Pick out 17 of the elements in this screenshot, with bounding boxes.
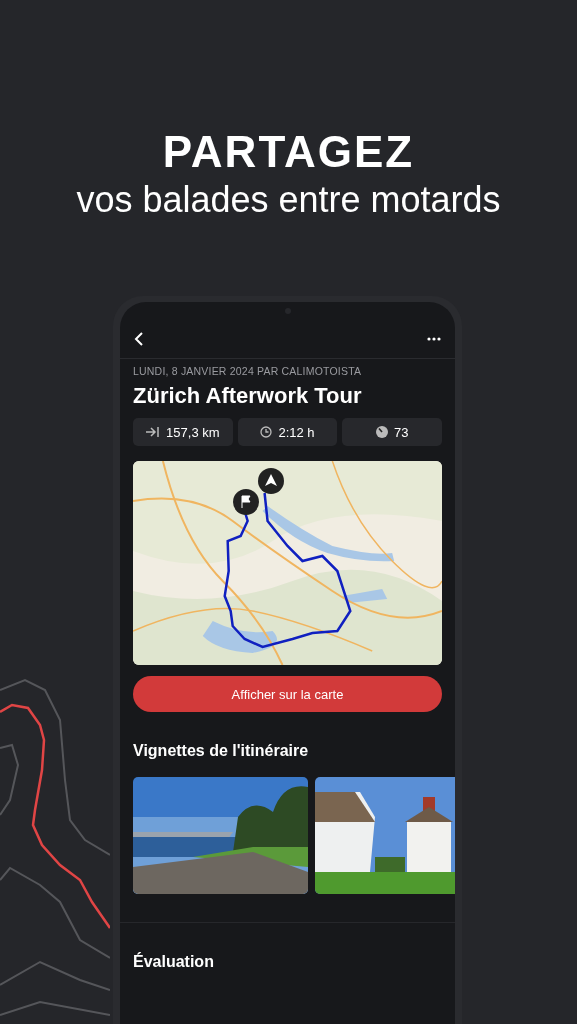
more-icon[interactable]	[427, 337, 441, 341]
stat-chip: 2:12 h	[237, 418, 338, 446]
back-icon[interactable]	[134, 332, 144, 346]
navigation-marker-icon	[258, 468, 284, 494]
gauge-icon	[375, 426, 388, 438]
show-on-map-button[interactable]: Afficher sur la carte	[133, 676, 442, 712]
tour-title: Zürich Afterwork Tour	[133, 383, 363, 409]
tour-date-author: LUNDI, 8 JANVIER 2024 PAR CALIMOTOISTA	[133, 365, 363, 377]
stat-chip: 73	[342, 418, 442, 446]
headline: PARTAGEZ	[161, 126, 416, 178]
subheadline: vos balades entre motards	[75, 178, 502, 222]
distance-icon	[146, 427, 161, 437]
flag-marker-icon	[233, 489, 259, 515]
clock-icon	[260, 426, 273, 438]
section-title: Vignettes de l'itinéraire	[133, 742, 310, 760]
section-title: Évaluation	[133, 953, 215, 971]
stat-chip: 157,3 km	[133, 418, 233, 446]
